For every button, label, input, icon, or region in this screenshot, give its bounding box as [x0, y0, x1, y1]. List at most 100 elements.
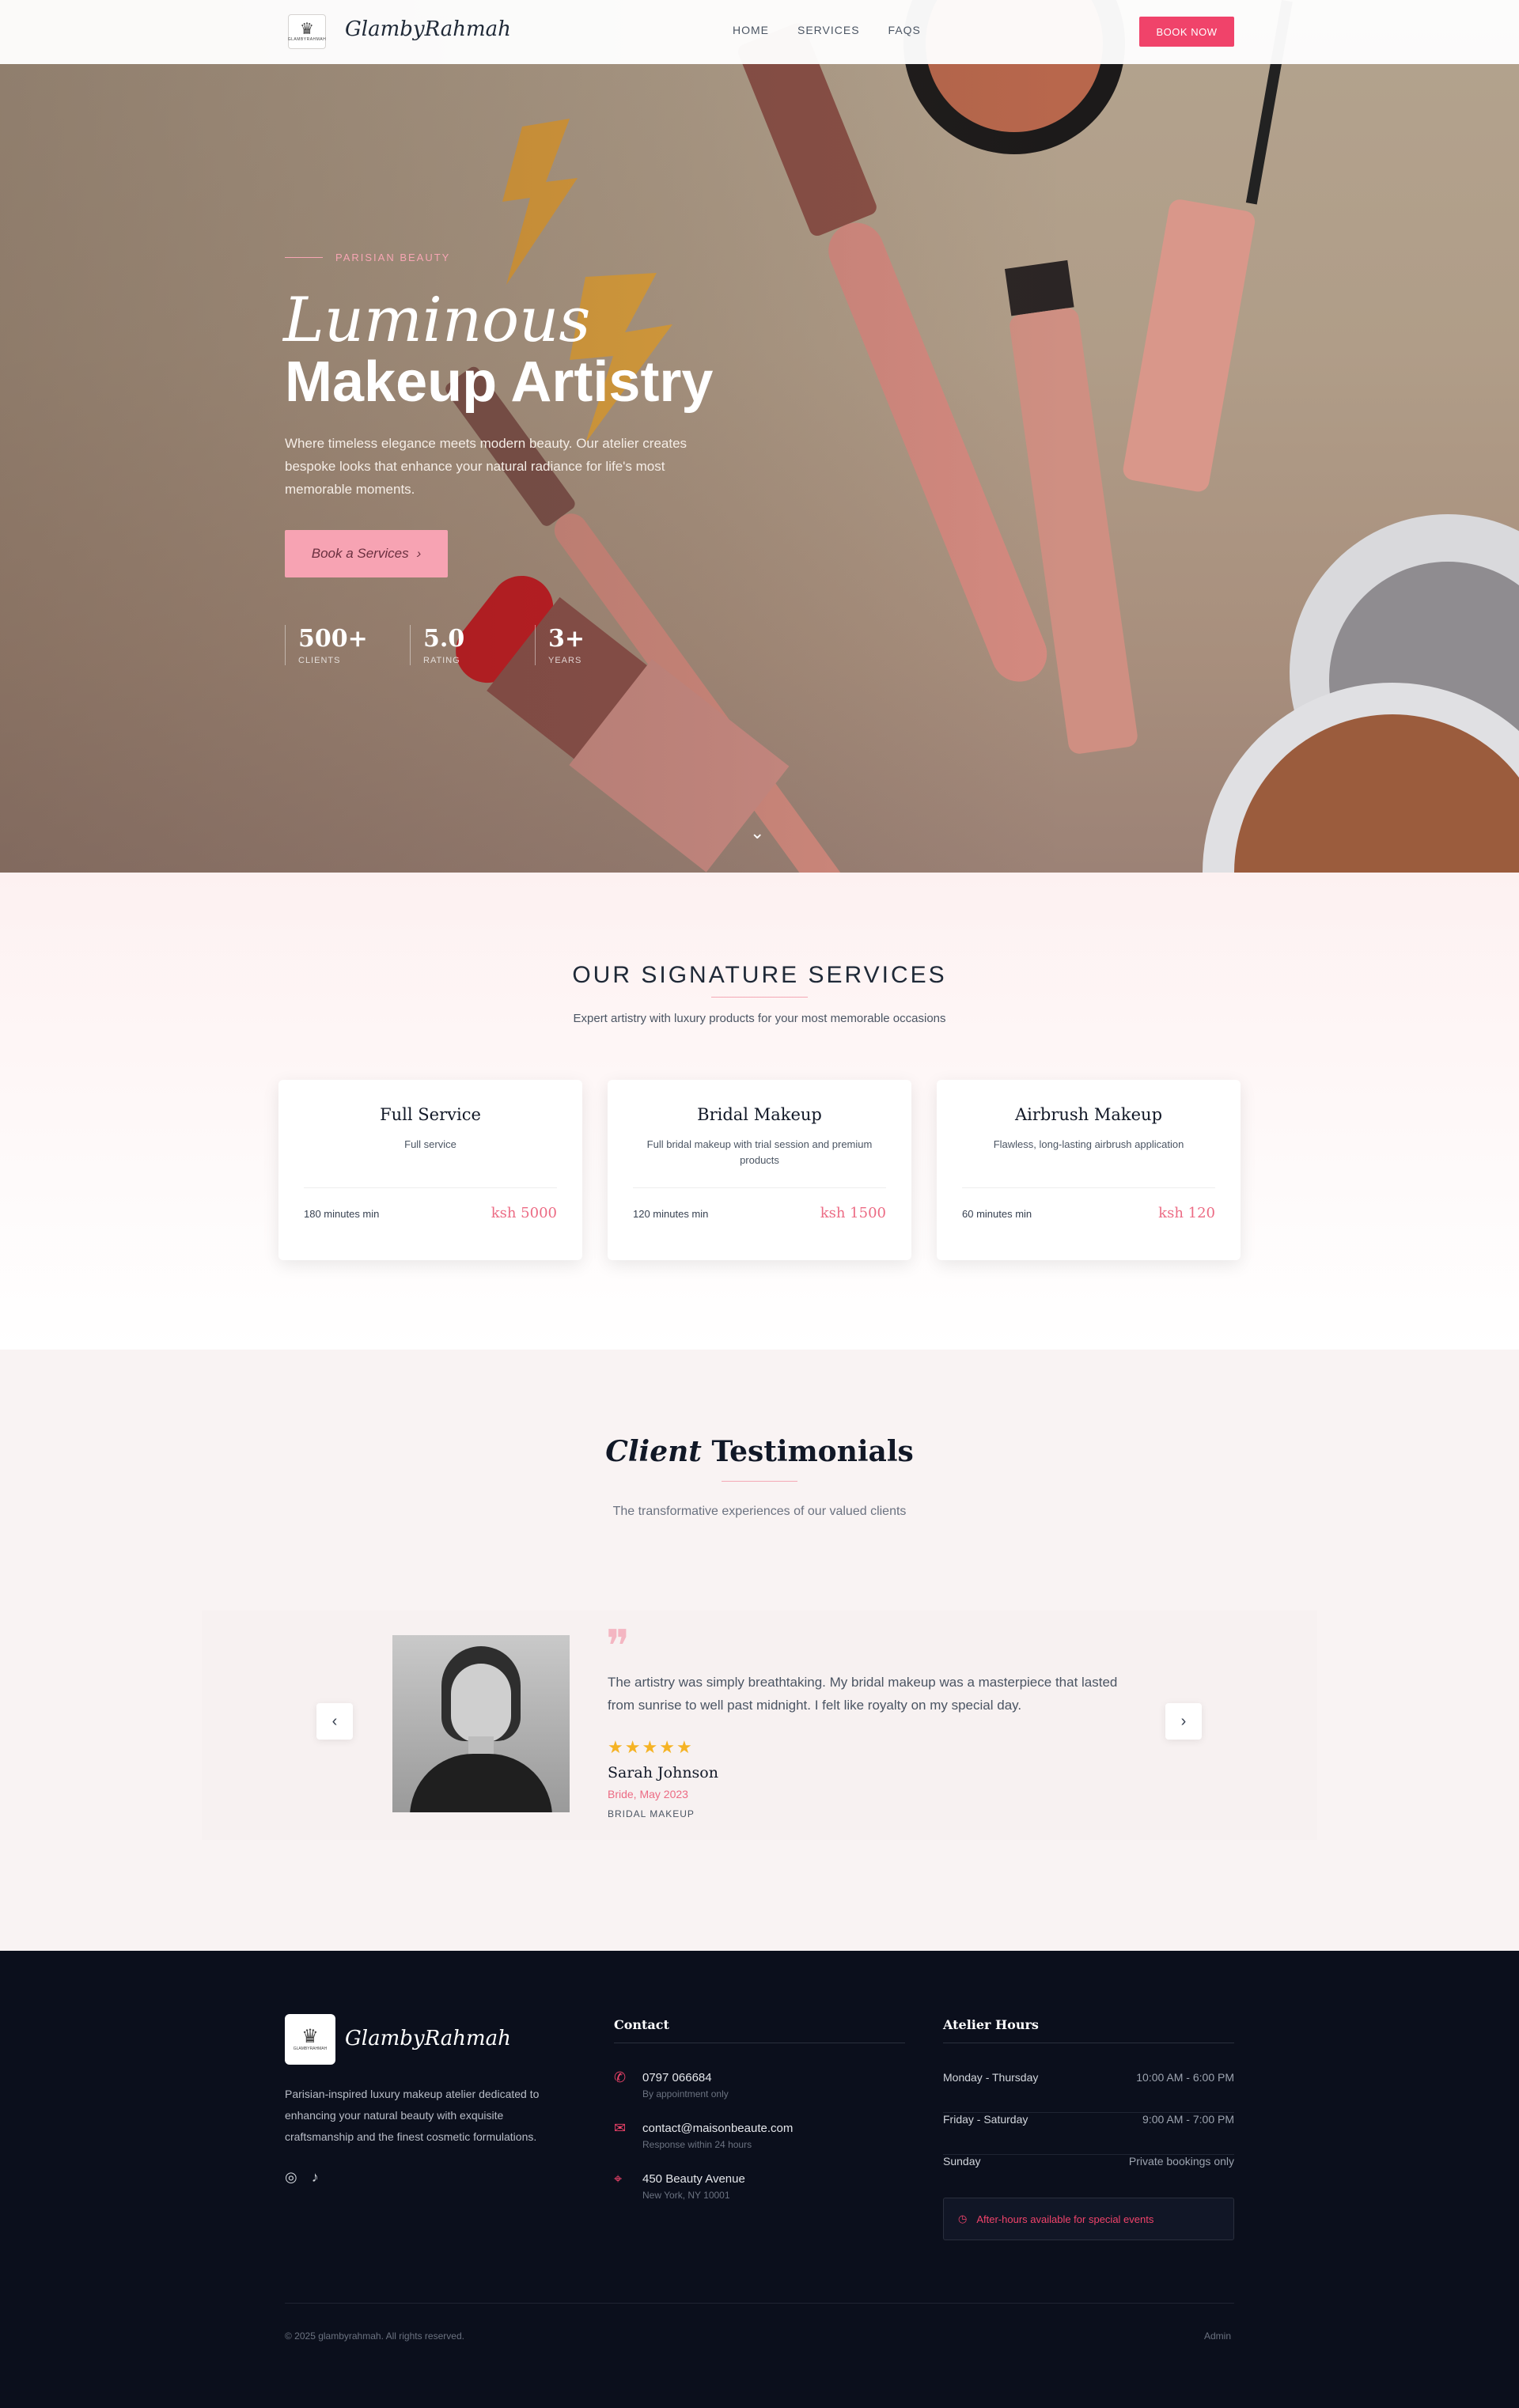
hero-stats: 500+ CLIENTS 5.0 RATING 3+ YEARS	[285, 625, 660, 665]
stat-value: 500+	[298, 625, 368, 653]
copyright: © 2025 glambyrahmah. All rights reserved…	[285, 2330, 464, 2342]
chevron-right-icon: ›	[416, 546, 422, 561]
after-hours-text: After-hours available for special events	[976, 2213, 1154, 2225]
chevron-down-icon[interactable]: ⌄	[750, 823, 764, 843]
contact-heading: Contact	[614, 2017, 669, 2032]
book-services-button[interactable]: Book a Services ›	[285, 530, 448, 577]
instagram-icon[interactable]: ◎	[285, 2169, 297, 2186]
stat-label: YEARS	[548, 656, 582, 665]
star-icon: ★	[624, 1737, 642, 1757]
service-name: Bridal Makeup	[697, 1105, 822, 1124]
logo-figure-icon: ♛	[300, 21, 314, 38]
testimonials-subtitle: The transformative experiences of our va…	[612, 1505, 907, 1518]
stat-clients: 500+ CLIENTS	[285, 625, 410, 665]
testimonial-tag: BRIDAL MAKEUP	[608, 1808, 695, 1819]
star-rating: ★★★★★	[608, 1737, 694, 1758]
logo-figure-icon: ♛	[301, 2026, 319, 2047]
logo-text: GLAMBYRAHMAH	[293, 2046, 328, 2051]
testimonial-meta: Bride, May 2023	[608, 1788, 688, 1800]
star-icon: ★	[659, 1737, 676, 1757]
stat-years: 3+ YEARS	[535, 625, 660, 665]
hero-eyebrow-text: PARISIAN BEAUTY	[335, 252, 451, 263]
footer-brand: GlambyRahmah	[345, 2027, 511, 2050]
testimonials-title-rest: Testimonials	[711, 1435, 914, 1468]
services-section: OUR SIGNATURE SERVICES Expert artistry w…	[0, 873, 1519, 1350]
service-duration: 60 minutes min	[962, 1208, 1032, 1220]
card-divider	[962, 1187, 1215, 1188]
star-icon: ★	[608, 1737, 625, 1757]
hero-description: Where timeless elegance meets modern bea…	[285, 436, 688, 497]
footer-logo[interactable]: ♛ GLAMBYRAHMAH	[285, 2014, 335, 2065]
service-name: Full Service	[380, 1105, 481, 1124]
book-now-button[interactable]: BOOK NOW	[1139, 17, 1234, 47]
phone-icon: ✆	[614, 2069, 627, 2085]
testimonial-quote: The artistry was simply breathtaking. My…	[608, 1675, 1118, 1713]
after-hours-notice: ◷ After-hours available for special even…	[943, 2198, 1234, 2240]
hours-time: 10:00 AM - 6:00 PM	[1136, 2071, 1234, 2084]
eyebrow-line	[285, 257, 323, 258]
previous-testimonial-button[interactable]: ‹	[316, 1703, 353, 1740]
top-navigation: ♛ GLAMBYRAHMAH GlambyRahmah HOME SERVICE…	[0, 0, 1519, 64]
hours-row: Monday - Thursday 10:00 AM - 6:00 PM	[943, 2071, 1234, 2113]
stat-value: 5.0	[423, 625, 465, 653]
contact-address-city: New York, NY 10001	[642, 2190, 730, 2201]
services-subtitle: Expert artistry with luxury products for…	[573, 1012, 946, 1025]
logo-mark: ♛ GLAMBYRAHMAH	[288, 14, 326, 49]
service-description: Flawless, long-lasting airbrush applicat…	[993, 1138, 1184, 1150]
contact-email[interactable]: contact@maisonbeaute.com	[642, 2122, 793, 2135]
tiktok-icon[interactable]: ♪	[312, 2169, 319, 2186]
stat-label: CLIENTS	[298, 656, 341, 665]
map-pin-icon: ⌖	[614, 2171, 623, 2187]
service-description: Full service	[404, 1138, 456, 1150]
hours-row: Sunday Private bookings only	[943, 2155, 1234, 2197]
title-divider	[722, 1481, 797, 1482]
book-services-label: Book a Services	[311, 546, 409, 561]
hours-row: Friday - Saturday 9:00 AM - 7:00 PM	[943, 2113, 1234, 2155]
brand-name[interactable]: GlambyRahmah	[345, 17, 511, 41]
brand-logo[interactable]: ♛ GLAMBYRAHMAH	[285, 13, 329, 51]
hours-heading: Atelier Hours	[943, 2017, 1039, 2032]
logo-text: GLAMBYRAHMAH	[287, 37, 327, 42]
stat-label: RATING	[423, 656, 460, 665]
nav-link-faqs[interactable]: FAQS	[888, 24, 921, 36]
chevron-left-icon: ‹	[331, 1712, 338, 1730]
client-photo	[392, 1635, 570, 1812]
contact-email-note: Response within 24 hours	[642, 2139, 752, 2150]
hero-overlay	[0, 0, 1519, 873]
card-divider	[304, 1187, 557, 1188]
footer-about: Parisian-inspired luxury makeup atelier …	[285, 2088, 540, 2143]
mail-icon: ✉	[614, 2120, 627, 2136]
service-duration: 120 minutes min	[633, 1208, 709, 1220]
star-icon: ★	[676, 1737, 694, 1757]
service-card[interactable]: Bridal Makeup Full bridal makeup with tr…	[608, 1080, 911, 1260]
hero-section: PARISIAN BEAUTY Luminous Makeup Artistry…	[0, 0, 1519, 873]
quote-icon: ❞	[606, 1621, 631, 1672]
testimonials-title: Client Testimonials	[0, 1435, 1519, 1468]
stat-rating: 5.0 RATING	[410, 625, 535, 665]
site-footer: ♛ GLAMBYRAHMAH GlambyRahmah Parisian-ins…	[0, 1951, 1519, 2408]
nav-link-services[interactable]: SERVICES	[797, 24, 860, 36]
hero-title-italic: Luminous	[283, 285, 591, 356]
hours-time: 9:00 AM - 7:00 PM	[1142, 2113, 1234, 2126]
hours-time: Private bookings only	[1128, 2155, 1234, 2168]
testimonial-slider	[202, 1611, 1317, 1840]
testimonials-title-italic: Client	[605, 1435, 702, 1468]
nav-link-home[interactable]: HOME	[733, 24, 769, 36]
hero-eyebrow: PARISIAN BEAUTY	[285, 252, 450, 263]
next-testimonial-button[interactable]: ›	[1165, 1703, 1202, 1740]
service-price: ksh 5000	[491, 1205, 557, 1221]
admin-link[interactable]: Admin	[1204, 2330, 1231, 2342]
service-card[interactable]: Full Service Full service 180 minutes mi…	[278, 1080, 582, 1260]
services-title: OUR SIGNATURE SERVICES	[572, 962, 947, 988]
testimonial-author: Sarah Johnson	[608, 1764, 718, 1781]
hours-days: Monday - Thursday	[943, 2071, 1039, 2084]
contact-address[interactable]: 450 Beauty Avenue	[642, 2172, 745, 2186]
hours-days: Friday - Saturday	[943, 2113, 1028, 2126]
social-links: ◎ ♪	[285, 2169, 319, 2186]
nav-links: HOME SERVICES FAQS	[733, 24, 949, 36]
card-divider	[633, 1187, 886, 1188]
clock-icon: ◷	[958, 2213, 968, 2224]
service-card[interactable]: Airbrush Makeup Flawless, long-lasting a…	[937, 1080, 1241, 1260]
contact-phone[interactable]: 0797 066684	[642, 2071, 712, 2084]
footer-divider	[285, 2303, 1234, 2304]
